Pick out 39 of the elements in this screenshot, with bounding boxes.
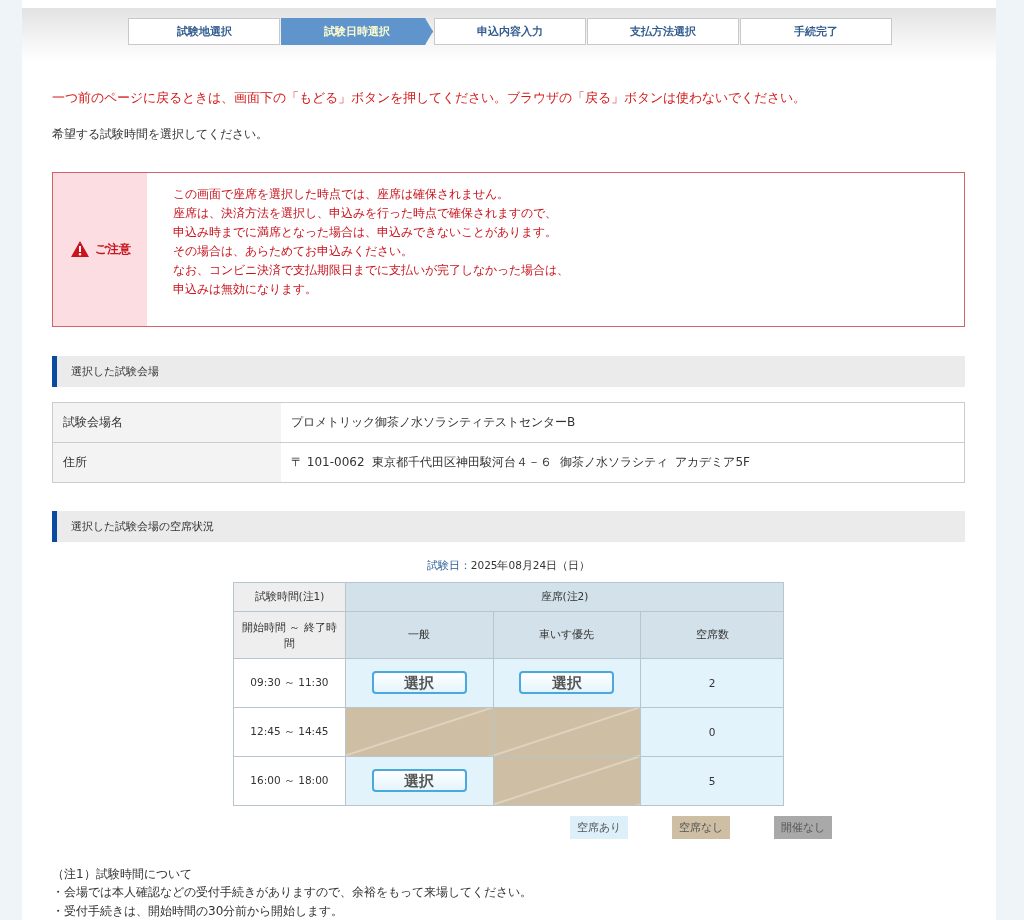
legend-item: 空席なし: [672, 815, 730, 839]
field-value: プロメトリック御茶ノ水ソラシティテストセンターB: [281, 402, 965, 442]
field-value: 〒 101-0062 東京都千代田区神田駿河台４－６ 御茶ノ水ソラシティ アカデミア5F: [281, 442, 965, 482]
select-button[interactable]: 選択: [519, 671, 615, 694]
table-header: 試験時間(注1): [233, 582, 346, 611]
note-text: ・会場では本人確認などの受付手続きがありますので、余裕をもって来場してください。: [52, 884, 533, 901]
note-title: （注1）試験時間について: [52, 865, 193, 883]
warning-icon: [69, 240, 90, 259]
date-label: 試験日：: [426, 558, 471, 571]
notice-text: その場合は、あらためてお申込みください。: [173, 243, 414, 261]
table-header: 空席数: [640, 611, 784, 658]
table-header: 車いす優先: [493, 611, 641, 658]
field-label: 住所: [52, 442, 281, 482]
exam-date: 2025年08月24日（日）: [470, 558, 591, 571]
section-heading: 選択した試験会場: [52, 355, 965, 387]
legend-item: 空席あり: [570, 815, 628, 839]
seat-count: 0: [640, 707, 784, 756]
instruction-text: 希望する試験時間を選択してください。: [52, 126, 269, 144]
legend-item: 開催なし: [774, 815, 832, 839]
section-heading: 選択した試験会場の空席状況: [52, 510, 965, 542]
table-header: 座席(注2): [345, 582, 784, 611]
time-cell: 12:45 ～ 14:45: [233, 707, 346, 756]
notice-text: この画面で座席を選択した時点では、座席は確保されません。: [173, 186, 510, 204]
notice-text: 座席は、決済方法を選択し、申込みを行った時点で確保されますので、: [173, 205, 558, 223]
note-text: ・受付手続きは、開始時間の30分前から開始します。: [52, 902, 345, 920]
seat-count: 5: [640, 756, 784, 805]
time-cell: 16:00 ～ 18:00: [233, 756, 346, 805]
table-header: 開始時間 ～ 終了時間: [233, 611, 346, 658]
field-label: 試験会場名: [52, 402, 281, 442]
notice-text: 申込みは無効になります。: [173, 281, 318, 299]
notice-text: 申込み時までに満席となった場合は、申込みできないことがあります。: [173, 224, 558, 242]
table-header: 一般: [345, 611, 494, 658]
back-warning: 一つ前のページに戻るときは、画面下の「もどる」ボタンを押してください。ブラウザの「戻る」ボタンは使わないでください。: [52, 89, 807, 108]
time-cell: 09:30 ～ 11:30: [233, 658, 346, 707]
seat-count: 2: [640, 658, 784, 707]
notice-label: ご注意: [94, 240, 131, 258]
select-button[interactable]: 選択: [371, 671, 467, 694]
notice-text: なお、コンビニ決済で支払期限日までに支払いが完了しなかった場合は、: [173, 262, 569, 280]
select-button[interactable]: 選択: [371, 769, 467, 792]
